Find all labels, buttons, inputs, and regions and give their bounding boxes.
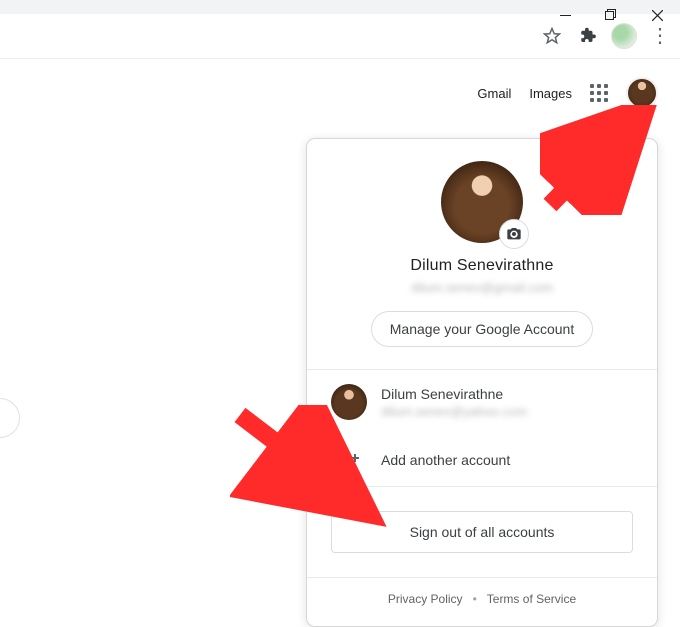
decorative-circle — [0, 398, 20, 438]
window-controls — [542, 0, 680, 33]
google-account-avatar[interactable] — [626, 77, 658, 109]
add-account-row[interactable]: Add another account — [307, 434, 657, 486]
manage-account-button[interactable]: Manage your Google Account — [371, 311, 593, 347]
change-photo-button[interactable] — [499, 219, 529, 249]
privacy-policy-link[interactable]: Privacy Policy — [388, 592, 463, 606]
window-restore-button[interactable] — [588, 9, 634, 21]
camera-icon — [506, 226, 522, 242]
profile-avatar-large — [441, 161, 523, 243]
account-name: Dilum Senevirathne — [307, 257, 657, 275]
dot-separator: • — [473, 592, 477, 606]
window-close-button[interactable] — [634, 10, 680, 21]
switch-account-email: dilum.senev@yahoo.com — [381, 404, 527, 419]
terms-of-service-link[interactable]: Terms of Service — [487, 592, 576, 606]
window-minimize-button[interactable] — [542, 10, 588, 21]
add-person-icon — [331, 448, 367, 472]
google-apps-icon[interactable] — [590, 84, 608, 102]
switch-account-row[interactable]: Dilum Senevirathne dilum.senev@yahoo.com — [307, 370, 657, 434]
account-popup: Dilum Senevirathne dilum.senev@gmail.com… — [306, 138, 658, 627]
popup-footer: Privacy Policy • Terms of Service — [307, 578, 657, 622]
images-link[interactable]: Images — [529, 86, 572, 101]
switch-account-name: Dilum Senevirathne — [381, 386, 527, 402]
account-email: dilum.senev@gmail.com — [307, 280, 657, 295]
sign-out-all-button[interactable]: Sign out of all accounts — [331, 511, 633, 553]
google-nav: Gmail Images — [0, 59, 680, 109]
account-avatar-small — [331, 384, 367, 420]
add-account-label: Add another account — [381, 452, 510, 468]
gmail-link[interactable]: Gmail — [477, 86, 511, 101]
